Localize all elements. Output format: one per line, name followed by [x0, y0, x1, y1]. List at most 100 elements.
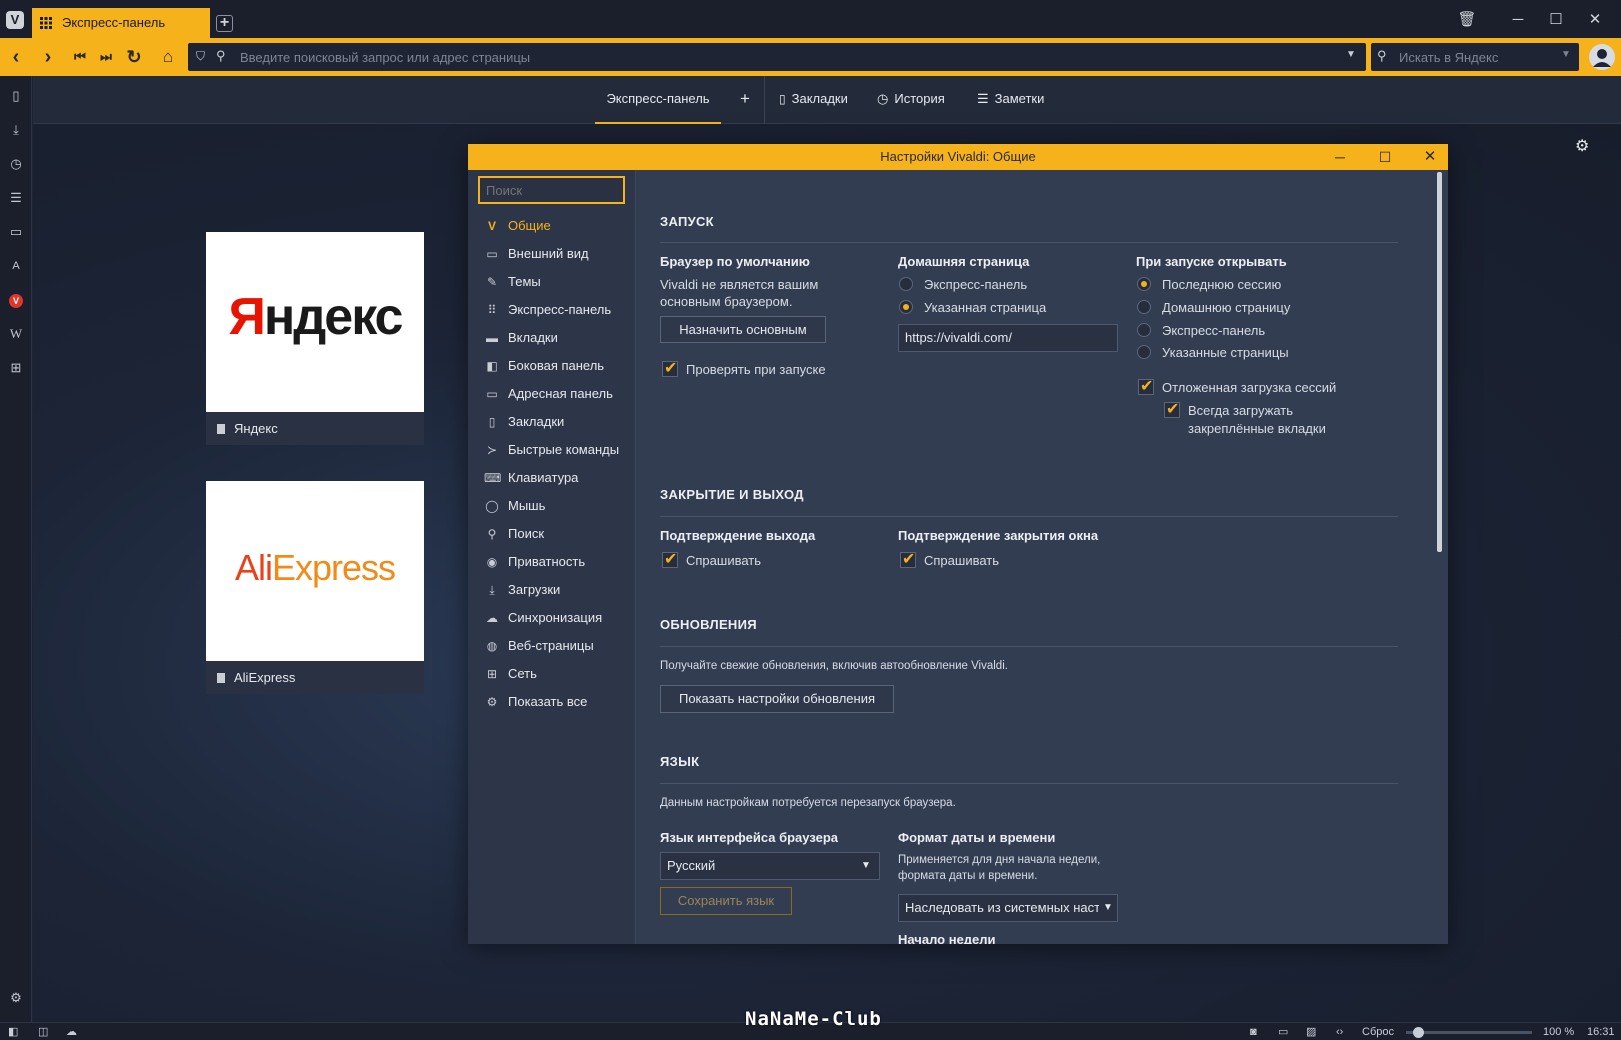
- chevron-down-icon[interactable]: ▼: [1561, 49, 1571, 60]
- set-default-button[interactable]: Назначить основным: [660, 316, 826, 343]
- panel-toggle-icon[interactable]: ◧: [8, 1025, 18, 1039]
- speed-dial-yandex[interactable]: Яндекс Яндекс: [206, 232, 424, 452]
- settings-nav-item-4[interactable]: ▬ Вкладки: [468, 324, 636, 352]
- page-icon: [217, 673, 225, 683]
- settings-nav-item-17[interactable]: ⚙ Показать все: [468, 688, 636, 716]
- settings-nav-item-7[interactable]: ▯ Закладки: [468, 408, 636, 436]
- settings-gear-icon[interactable]: ⚙: [6, 988, 26, 1008]
- home-button[interactable]: ⌂: [156, 46, 180, 68]
- homepage-radio-1[interactable]: [899, 300, 913, 314]
- tab-express-panel[interactable]: Экспресс-панель: [32, 8, 210, 38]
- confirm-exit-checkbox[interactable]: [662, 550, 678, 570]
- notes-panel-icon[interactable]: ☰: [6, 188, 26, 208]
- settings-nav-item-15[interactable]: ◍ Веб-страницы: [468, 632, 636, 660]
- section-updates-title: ОБНОВЛЕНИЯ: [660, 617, 757, 632]
- settings-nav-item-12[interactable]: ◉ Приватность: [468, 548, 636, 576]
- tiling-icon[interactable]: ◫: [38, 1025, 48, 1039]
- rewind-button[interactable]: ⏮: [68, 46, 92, 68]
- settings-nav-item-13[interactable]: ⤓ Загрузки: [468, 576, 636, 604]
- settings-nav-item-0[interactable]: V Общие: [468, 212, 636, 240]
- settings-nav-item-1[interactable]: ▭ Внешний вид: [468, 240, 636, 268]
- save-language-button[interactable]: Сохранить язык: [660, 887, 792, 915]
- cloud-icon: ☁: [486, 611, 498, 625]
- address-input[interactable]: [240, 43, 1330, 71]
- image-icon[interactable]: ▨: [1306, 1025, 1316, 1039]
- vivaldi-menu-icon[interactable]: V: [6, 11, 24, 29]
- tab-bookmarks[interactable]: ▯ Закладки: [779, 76, 848, 124]
- startup-radio-0[interactable]: [1137, 277, 1151, 291]
- vivaldi-panel-icon[interactable]: V: [6, 290, 26, 310]
- history-panel-icon[interactable]: ◷: [6, 154, 26, 174]
- lazy-load-checkbox[interactable]: [1138, 377, 1154, 397]
- search-engine-icon[interactable]: ⚲: [1377, 48, 1387, 64]
- bookmarks-panel-icon[interactable]: ▯: [6, 86, 26, 106]
- on-startup-label: При запуске открывать: [1136, 254, 1287, 269]
- trash-icon[interactable]: 🗑: [1452, 8, 1482, 32]
- downloads-panel-icon[interactable]: ⤓: [6, 120, 26, 140]
- settings-nav-item-9[interactable]: ⌨ Клавиатура: [468, 464, 636, 492]
- homepage-radio-0[interactable]: [899, 277, 913, 291]
- startup-radio-3[interactable]: [1137, 345, 1151, 359]
- add-group-button[interactable]: +: [735, 76, 755, 124]
- settings-nav-item-10[interactable]: ◯ Мышь: [468, 492, 636, 520]
- maximize-button[interactable]: ☐: [1541, 8, 1571, 32]
- settings-maximize-button[interactable]: ☐: [1373, 144, 1397, 170]
- url-field[interactable]: ⛉ ⚲ ▼: [188, 43, 1366, 71]
- zoom-slider-handle[interactable]: [1413, 1027, 1424, 1038]
- settings-scrollbar[interactable]: [1437, 172, 1442, 552]
- tab-notes[interactable]: ☰ Заметки: [977, 76, 1044, 124]
- show-update-settings-button[interactable]: Показать настройки обновления: [660, 685, 894, 713]
- add-panel-icon[interactable]: ⊞: [6, 358, 26, 378]
- zoom-level: 100 %: [1543, 1026, 1575, 1038]
- reload-button[interactable]: ↻: [122, 46, 146, 68]
- settings-minimize-button[interactable]: ─: [1328, 144, 1352, 170]
- settings-close-button[interactable]: ✕: [1418, 144, 1442, 170]
- search-input[interactable]: [1399, 43, 1549, 71]
- confirm-close-checkbox[interactable]: [900, 550, 916, 570]
- startup-radio-2[interactable]: [1137, 323, 1151, 337]
- settings-nav-item-3[interactable]: ⠿ Экспресс-панель: [468, 296, 636, 324]
- settings-nav-item-16[interactable]: ⊞ Сеть: [468, 660, 636, 688]
- ui-language-select[interactable]: Русский ▼: [660, 852, 880, 880]
- back-button[interactable]: ‹: [4, 46, 28, 68]
- settings-nav-item-5[interactable]: ◧ Боковая панель: [468, 352, 636, 380]
- zoom-reset-button[interactable]: Сброс: [1362, 1025, 1394, 1039]
- settings-nav-label: Вкладки: [508, 330, 558, 345]
- date-format-text: Применяется для дня начала недели,: [898, 854, 1101, 866]
- settings-nav-item-2[interactable]: ✎ Темы: [468, 268, 636, 296]
- tab-history[interactable]: ◷ История: [877, 76, 945, 124]
- shield-icon[interactable]: ⛉: [196, 49, 205, 64]
- search-field[interactable]: ⚲ ▼: [1371, 43, 1579, 71]
- page-tiling-icon[interactable]: ▭: [1278, 1025, 1288, 1039]
- settings-nav-item-8[interactable]: ≻ Быстрые команды: [468, 436, 636, 464]
- close-button[interactable]: ✕: [1580, 8, 1610, 32]
- settings-nav-item-11[interactable]: ⚲ Поиск: [468, 520, 636, 548]
- minimize-button[interactable]: ─: [1503, 8, 1533, 32]
- settings-search-input[interactable]: [478, 176, 625, 204]
- wikipedia-panel-icon[interactable]: W: [6, 324, 26, 344]
- settings-nav-item-6[interactable]: ▭ Адресная панель: [468, 380, 636, 408]
- settings-nav-item-14[interactable]: ☁ Синхронизация: [468, 604, 636, 632]
- fast-forward-button[interactable]: ⏭: [94, 46, 118, 68]
- new-tab-button[interactable]: +: [216, 15, 233, 32]
- tab-express-panel-start[interactable]: Экспресс-панель: [595, 76, 721, 124]
- date-format-select[interactable]: Наследовать из системных наст ▼: [898, 894, 1118, 922]
- divider: [660, 516, 1398, 517]
- profile-avatar[interactable]: [1589, 44, 1615, 70]
- chevron-down-icon[interactable]: ▼: [1346, 49, 1356, 60]
- speed-dial-aliexpress[interactable]: AliExpress AliExpress: [206, 481, 424, 701]
- camera-icon[interactable]: ◙: [1250, 1025, 1257, 1039]
- zoom-slider[interactable]: [1406, 1027, 1532, 1038]
- sync-cloud-icon[interactable]: ☁: [66, 1025, 77, 1039]
- translate-panel-icon[interactable]: A: [6, 256, 26, 276]
- startup-radio-1[interactable]: [1137, 300, 1151, 314]
- homepage-url-field[interactable]: https://vivaldi.com/: [898, 324, 1118, 352]
- keyboard-icon: ⌨: [484, 471, 502, 485]
- always-load-pinned-label: закреплённые вкладки: [1188, 421, 1326, 436]
- window-panel-icon[interactable]: ▭: [6, 222, 26, 242]
- forward-button[interactable]: ›: [36, 46, 60, 68]
- page-actions-icon[interactable]: ‹›: [1336, 1025, 1343, 1039]
- start-page-settings-gear-icon[interactable]: ⚙: [1575, 136, 1589, 156]
- always-load-pinned-checkbox[interactable]: [1164, 400, 1180, 420]
- check-on-startup-checkbox[interactable]: [662, 359, 678, 379]
